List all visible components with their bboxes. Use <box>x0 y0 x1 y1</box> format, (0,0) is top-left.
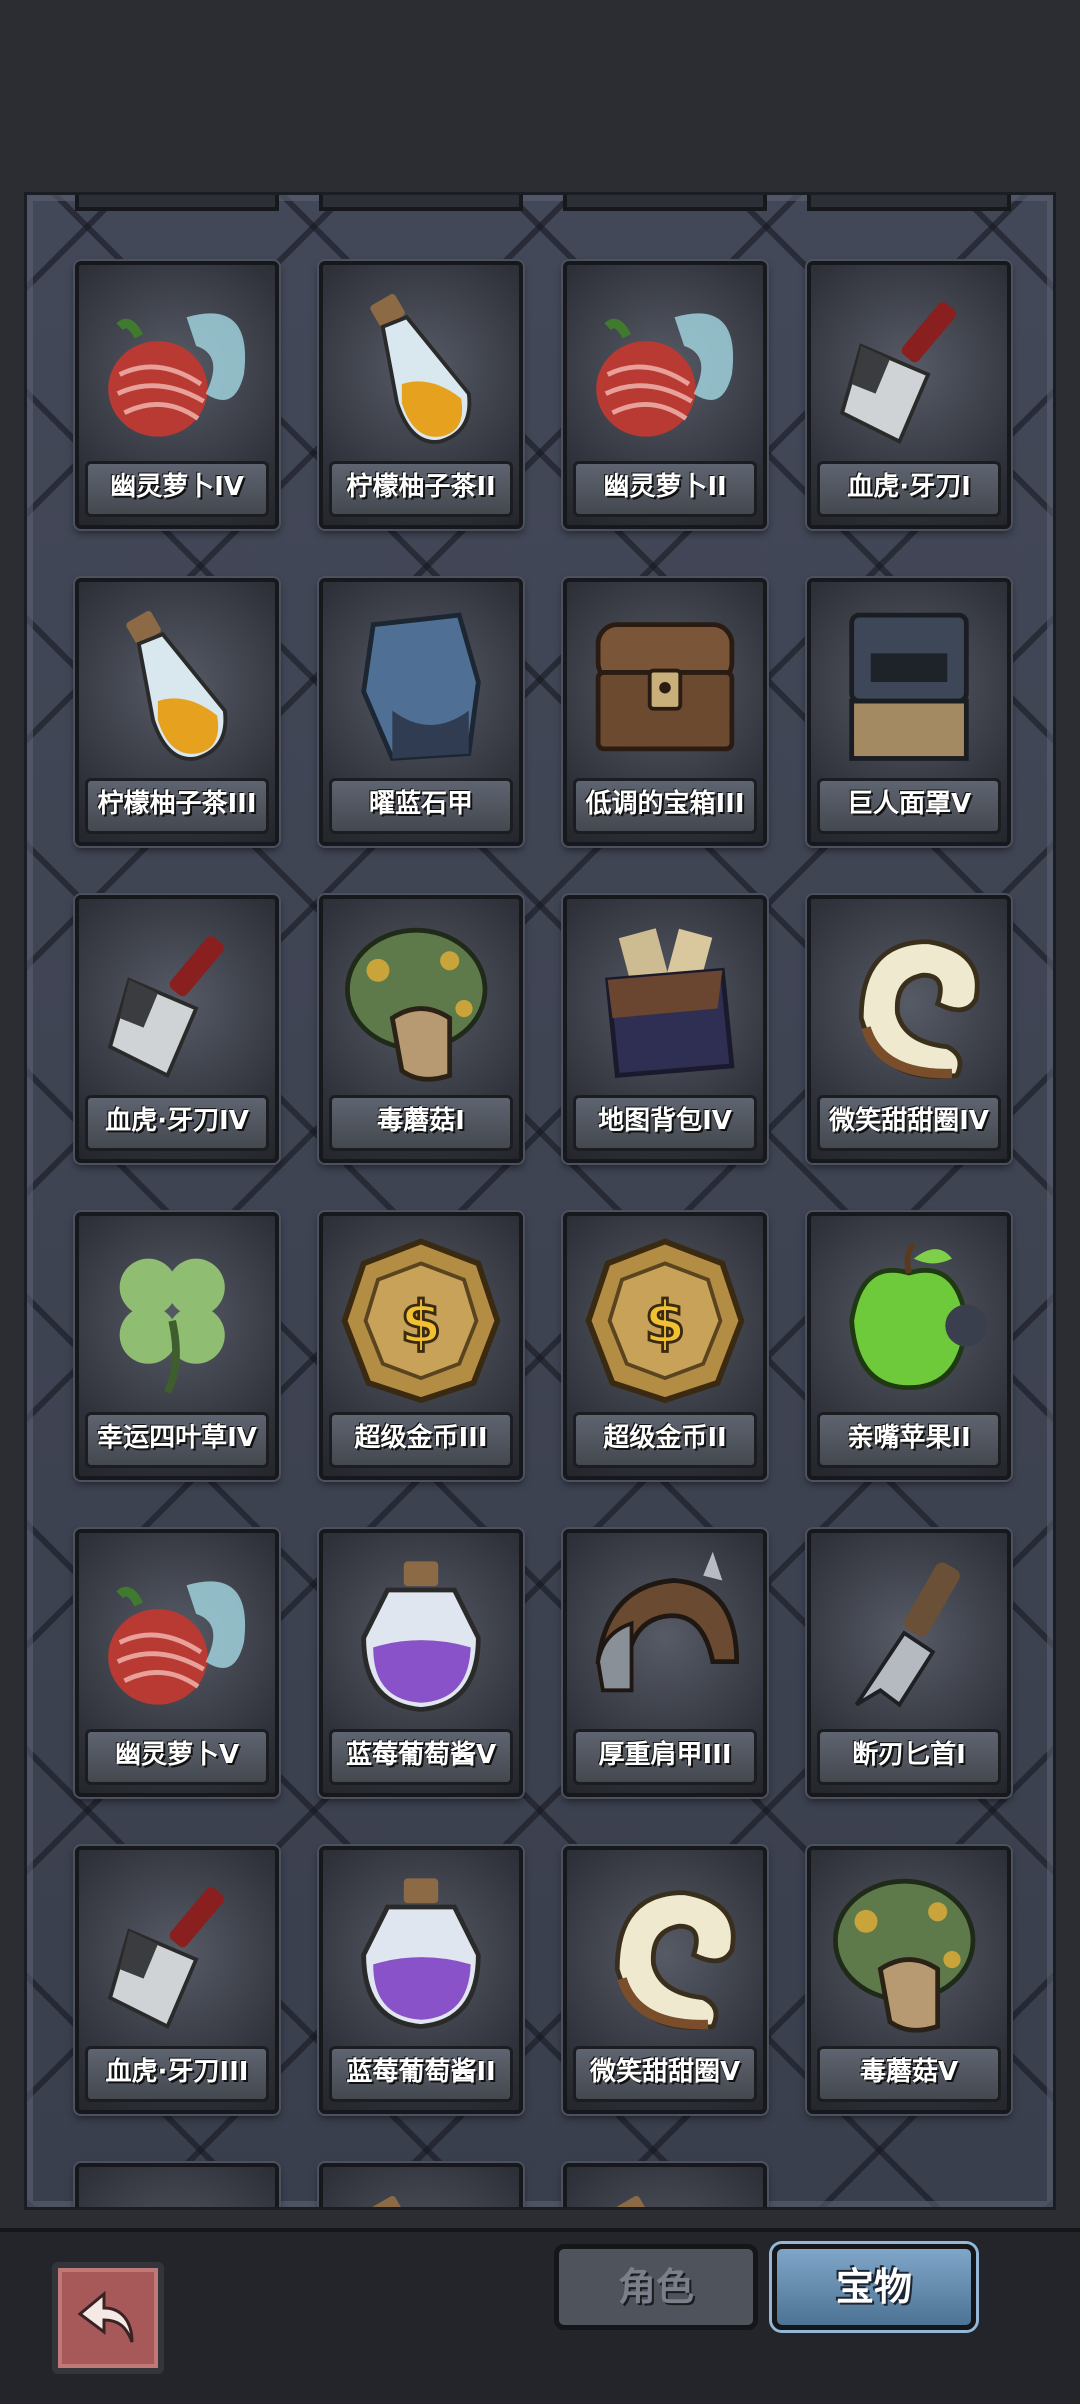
item-card[interactable]: 地图背包IV <box>563 895 767 1163</box>
item-card[interactable]: 血虎·牙刀I <box>807 261 1011 529</box>
giant-mask-icon <box>849 612 969 761</box>
grape-jam-jar-icon <box>361 1561 481 1712</box>
tab-treasure[interactable]: 宝物 <box>772 2244 976 2330</box>
item-name-label: 毒蘑菇V <box>817 2046 1001 2102</box>
treasure-chest-icon <box>595 622 735 752</box>
donut-icon <box>614 1890 736 2030</box>
item-name-label: 幽灵萝卜II <box>573 461 757 517</box>
status-bar-area <box>0 0 1080 192</box>
item-card[interactable]: 蓝莓葡萄酱II <box>319 1846 523 2114</box>
item-card[interactable]: 微笑甜甜圈V <box>563 1846 767 2114</box>
item-name-label: 柠檬柚子茶III <box>85 778 269 834</box>
item-card-partial-top[interactable] <box>563 195 767 211</box>
lemon-tea-potion-icon <box>126 611 228 761</box>
item-name-label: 巨人面罩V <box>817 778 1001 834</box>
shoulder-armor-icon <box>595 1551 740 1693</box>
item-card[interactable]: 蓝莓葡萄酱V <box>319 1529 523 1797</box>
item-name-label: 血虎·牙刀IV <box>85 1095 269 1151</box>
item-card[interactable]: 毒蘑菇V <box>807 1846 1011 2114</box>
item-name-label: 超级金币II <box>573 1412 757 1468</box>
item-card[interactable]: 厚重肩甲III <box>563 1529 767 1797</box>
item-card-partial[interactable] <box>319 2163 523 2207</box>
item-name-label: 幽灵萝卜V <box>85 1729 269 1785</box>
item-name-label: 曜蓝石甲 <box>329 778 513 834</box>
item-card[interactable]: $ 超级金币II <box>563 1212 767 1480</box>
item-card[interactable]: 亲嘴苹果II <box>807 1212 1011 1480</box>
item-card[interactable]: 血虎·牙刀IV <box>75 895 279 1163</box>
poison-mushroom-icon <box>833 1878 976 2033</box>
item-card[interactable]: 低调的宝箱III <box>563 578 767 846</box>
lemon-tea-potion-icon <box>614 2196 649 2207</box>
item-name-label: 微笑甜甜圈IV <box>817 1095 1001 1151</box>
item-name-label: 幸运四叶草IV <box>85 1412 269 1468</box>
ghost-radish-icon <box>108 1581 246 1705</box>
item-card[interactable]: 微笑甜甜圈IV <box>807 895 1011 1163</box>
map-backpack-icon <box>605 928 735 1079</box>
ghost-radish-icon <box>108 313 246 437</box>
item-card[interactable]: 血虎·牙刀III <box>75 1846 279 2114</box>
cleaver-icon <box>107 936 225 1079</box>
item-card-partial-top[interactable] <box>319 195 523 211</box>
four-leaf-clover-icon <box>119 1258 225 1395</box>
item-card[interactable]: 柠檬柚子茶III <box>75 578 279 846</box>
grape-jam-jar-icon <box>361 1878 481 2029</box>
svg-text:$: $ <box>400 1288 441 1357</box>
item-name-label: 柠檬柚子茶II <box>329 461 513 517</box>
item-name-label: 血虎·牙刀I <box>817 461 1001 517</box>
item-card-partial[interactable] <box>75 2163 279 2210</box>
item-card[interactable]: $ 超级金币III <box>319 1212 523 1480</box>
gold-coin-icon: $ <box>585 1238 745 1404</box>
item-name-label: 亲嘴苹果II <box>817 1412 1001 1468</box>
tab-role[interactable]: 角色 <box>554 2244 758 2330</box>
item-name-label: 低调的宝箱III <box>573 778 757 834</box>
item-card-partial[interactable] <box>563 2163 767 2207</box>
bottom-bar: 角色 宝物 <box>0 2228 1080 2404</box>
item-card[interactable]: 幽灵萝卜IV <box>75 261 279 529</box>
item-card[interactable]: 曜蓝石甲 <box>319 578 523 846</box>
gold-coin-icon: $ <box>341 1238 501 1404</box>
item-name-label: 毒蘑菇I <box>329 1095 513 1151</box>
item-name-label: 地图背包IV <box>573 1095 757 1151</box>
item-name-label: 断刃匕首I <box>817 1729 1001 1785</box>
item-card[interactable]: 毒蘑菇I <box>319 895 523 1163</box>
lemon-tea-potion-icon <box>370 2196 405 2207</box>
lemon-tea-potion-icon <box>370 294 472 444</box>
item-card[interactable]: 幽灵萝卜V <box>75 1529 279 1797</box>
item-name-label: 微笑甜甜圈V <box>573 2046 757 2102</box>
item-card[interactable]: 巨人面罩V <box>807 578 1011 846</box>
item-card[interactable]: 断刃匕首I <box>807 1529 1011 1797</box>
green-apple-icon <box>849 1242 988 1391</box>
item-card[interactable]: 幸运四叶草IV <box>75 1212 279 1480</box>
ghost-radish-icon <box>596 313 734 437</box>
item-name-label: 超级金币III <box>329 1412 513 1468</box>
donut-icon <box>91 2177 263 2210</box>
svg-text:$: $ <box>644 1288 685 1357</box>
item-name-label: 幽灵萝卜IV <box>85 461 269 517</box>
back-arrow-icon <box>77 2290 134 2343</box>
item-name-label: 厚重肩甲III <box>573 1729 757 1785</box>
poison-mushroom-icon <box>345 927 488 1082</box>
item-name-label: 血虎·牙刀III <box>85 2046 269 2102</box>
item-card-partial-top[interactable] <box>75 195 279 211</box>
item-grid: 幽灵萝卜IV 柠檬柚子茶II 幽灵萝卜II 血虎·牙刀I 柠檬柚子茶III 曜蓝石甲 低调的… <box>27 195 1053 2207</box>
cleaver-icon <box>839 302 957 445</box>
item-name-label: 蓝莓葡萄酱V <box>329 1729 513 1785</box>
item-name-label: 蓝莓葡萄酱II <box>329 2046 513 2102</box>
back-button[interactable] <box>52 2262 164 2374</box>
item-card[interactable]: 幽灵萝卜II <box>563 261 767 529</box>
treasure-inventory-panel[interactable]: 幽灵萝卜IV 柠檬柚子茶II 幽灵萝卜II 血虎·牙刀I 柠檬柚子茶III 曜蓝石甲 低调的… <box>24 192 1056 2210</box>
blue-stone-armor-icon <box>361 612 481 761</box>
cleaver-icon <box>107 1887 225 2030</box>
item-card[interactable]: 柠檬柚子茶II <box>319 261 523 529</box>
item-card-partial-top[interactable] <box>807 195 1011 211</box>
donut-icon <box>858 939 980 1079</box>
broken-dagger-icon <box>854 1562 960 1708</box>
